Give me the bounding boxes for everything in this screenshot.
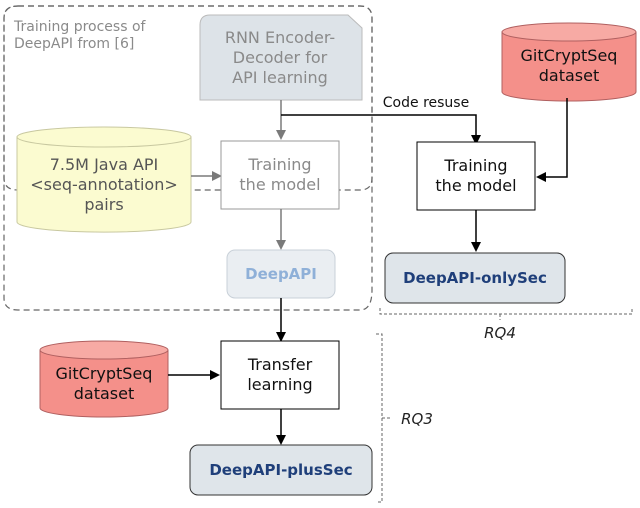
- arrow-code-reuse: [281, 114, 481, 145]
- plussec-label: DeepAPI-plusSec: [209, 460, 353, 479]
- arrow-gitcrypt-to-training: [536, 98, 568, 182]
- rq3-bracket: [376, 333, 390, 503]
- training-gray-label: Training the model: [239, 155, 321, 194]
- code-reuse-label: Code resuse: [382, 95, 470, 112]
- region-title: Training process of DeepAPI from [6]: [14, 18, 146, 53]
- deepapi-label: DeepAPI: [245, 264, 317, 283]
- rq3-label: RQ3: [401, 409, 433, 428]
- training-right-label: Training the model: [435, 156, 517, 195]
- rnn-label: RNN Encoder- Decoder for API learning: [224, 27, 336, 87]
- gitcrypt-top-label: GitCryptSeq dataset: [520, 46, 618, 85]
- transfer-label: Transfer learning: [247, 355, 313, 394]
- rq4-bracket: [379, 308, 633, 320]
- gitcrypt-bottom-label: GitCryptSeq dataset: [55, 364, 153, 403]
- onlysec-label: DeepAPI-onlySec: [403, 268, 547, 287]
- rq4-label: RQ4: [484, 323, 516, 342]
- java-dataset-label: 7.5M Java API <seq-annotation> pairs: [30, 155, 178, 214]
